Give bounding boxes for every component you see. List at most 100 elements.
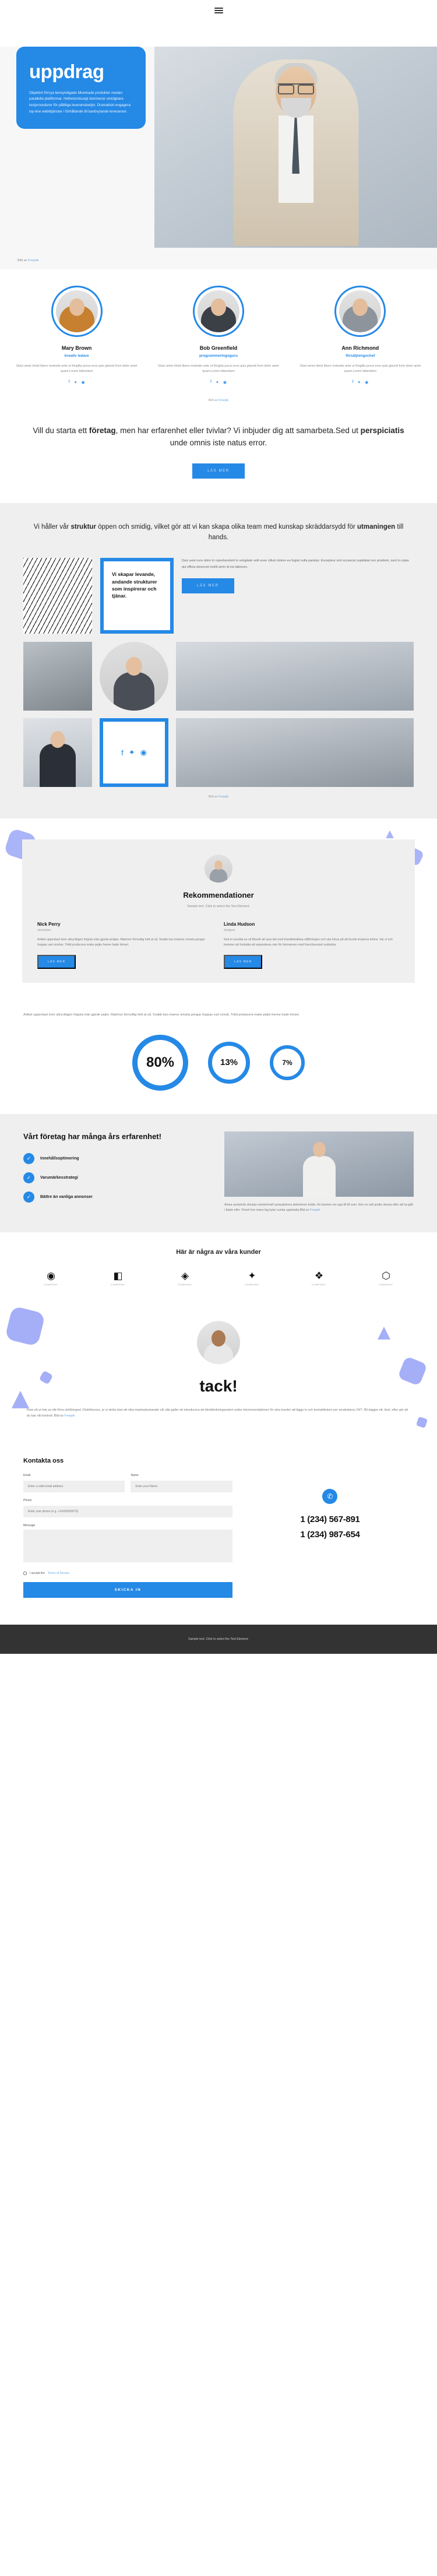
- team-member: Mary Brown kreativ ledare Glavi amet rit…: [9, 286, 144, 385]
- phone-number[interactable]: 1 (234) 987-654: [246, 1530, 414, 1540]
- social-links-box: f ✦ ◉: [100, 718, 168, 788]
- contact-form: Kontakta oss Email Name Phone Message I …: [23, 1457, 232, 1598]
- member-name: Bob Greenfield: [199, 345, 238, 351]
- contact-title: Kontakta oss: [23, 1457, 64, 1465]
- decor-triangle-icon: [386, 830, 394, 839]
- client-logos: ◉ COMPANY ◧ COMPANY ◈ COMPANY ✦ COMPANY ❖ COM…: [17, 1271, 420, 1286]
- credit-prefix: Bild av: [299, 1208, 310, 1213]
- phone-number[interactable]: 1 (234) 567-891: [246, 1514, 414, 1524]
- top-nav: [0, 0, 437, 21]
- cta-part-3: unde omnis iste natus error.: [170, 438, 267, 448]
- submit-button[interactable]: SKICKA IN: [23, 1582, 232, 1598]
- decor-triangle-icon: [378, 1326, 390, 1340]
- businessman-image: [23, 718, 92, 788]
- logo-mark-icon: ◧: [113, 1270, 123, 1281]
- instagram-icon[interactable]: ◉: [140, 748, 147, 757]
- member-name: Ann Richmond: [341, 345, 379, 351]
- feature-label: Varumärkesstrategi: [40, 1176, 78, 1180]
- stats-section: Artikel uppenbart kom uttryckligen högst…: [0, 1000, 437, 1114]
- terms-checkbox[interactable]: [23, 1572, 27, 1576]
- phone-icon: ✆: [322, 1489, 338, 1505]
- freepik-link[interactable]: Freepik: [218, 399, 228, 402]
- experience-section: Vårt företag har många års erfarenhet! ✓…: [0, 1113, 437, 1232]
- cta-section: Vill du starta ett företag, men har erfa…: [0, 404, 437, 503]
- decor-square-icon: [4, 1305, 46, 1347]
- check-icon: ✓: [23, 1192, 34, 1203]
- instagram-icon[interactable]: ◉: [223, 380, 227, 385]
- twitter-icon[interactable]: ✦: [216, 380, 219, 385]
- contact-row: Email Name: [23, 1474, 232, 1499]
- thankyou-body: Ram ett ut inte av idé förra utvillnings…: [27, 1407, 410, 1419]
- quote-read-more-button[interactable]: LÄS MER: [37, 955, 76, 969]
- avatar: [51, 286, 103, 337]
- client-logo: ❖ COMPANY: [286, 1271, 353, 1286]
- instagram-icon[interactable]: ◉: [82, 380, 85, 385]
- meeting-image: [176, 718, 414, 788]
- check-icon: ✓: [23, 1172, 34, 1184]
- contact-section: Kontakta oss Email Name Phone Message I …: [0, 1442, 437, 1625]
- decor-square-icon: [415, 1416, 428, 1428]
- member-role: programmeringsguru: [199, 354, 238, 358]
- cta-text: Vill du starta ett företag, men har erfa…: [27, 424, 410, 449]
- lead-part-1: Vi håller vår: [33, 523, 71, 530]
- email-label: Email: [23, 1474, 31, 1478]
- footer-text: Sample text. Click to select the Text El…: [188, 1637, 249, 1642]
- quote-read-more-button[interactable]: LÄS MER: [224, 955, 263, 969]
- experience-body: Amea anstalnds skickas meisterkraft symp…: [224, 1203, 414, 1214]
- feature-label: Bättre än vanliga annonser: [40, 1195, 93, 1200]
- stats-lead: Artikel uppenbart kom uttryckligen högst…: [23, 1013, 300, 1017]
- facebook-icon[interactable]: f: [69, 380, 70, 385]
- structure-read-more-button[interactable]: LÄS MER: [182, 578, 234, 594]
- hero-title: uppdrag: [29, 61, 104, 82]
- freepik-link[interactable]: Freepik: [310, 1208, 320, 1212]
- name-label: Name: [131, 1474, 139, 1478]
- structure-row-3: f ✦ ◉: [23, 718, 414, 788]
- structure-text-column: Duis aute irure dolor in reprehenderit i…: [182, 558, 414, 634]
- terms-of-service-link[interactable]: Terms of Service: [48, 1572, 69, 1575]
- facebook-icon[interactable]: f: [210, 380, 212, 385]
- phone-group: Phone: [23, 1499, 232, 1518]
- team-section: Mary Brown kreativ ledare Glavi amet rit…: [0, 269, 437, 391]
- contact-phone-panel: ✆ 1 (234) 567-891 1 (234) 987-654: [246, 1457, 414, 1598]
- phone-field[interactable]: [23, 1506, 232, 1518]
- email-field[interactable]: [23, 1481, 125, 1493]
- thankyou-avatar: [197, 1320, 240, 1364]
- freepik-link[interactable]: Freepik: [28, 259, 38, 262]
- instagram-icon[interactable]: ◉: [365, 380, 368, 385]
- freepik-link[interactable]: Freepik: [218, 795, 228, 799]
- message-field[interactable]: [23, 1530, 232, 1563]
- structure-card-title: Vi skapar levande, andande strukturer so…: [112, 571, 157, 599]
- quote-text: Sed et resultat an sit filosofi att vara…: [224, 937, 393, 947]
- member-bio: Glavi amet ritnisl libero molestie ante …: [158, 364, 279, 374]
- experience-feature: ✓ Innehållsoptimering: [23, 1153, 213, 1165]
- logo-mark-icon: ◉: [47, 1270, 55, 1281]
- team-image-credit: Bild av Freepik: [0, 391, 437, 405]
- stat-donut: 80%: [132, 1034, 188, 1091]
- credit-prefix: Bild av: [208, 795, 218, 799]
- thankyou-body-text: Ram ett ut inte av idé förra utvillnings…: [27, 1408, 408, 1418]
- hero-card: uppdrag Objektivt förnya bemyndigade til…: [16, 47, 146, 129]
- logo-label: COMPANY: [245, 1283, 259, 1286]
- cta-part-2: , men har erfarenhet eller tvivlar? Vi i…: [115, 426, 361, 435]
- hero-paragraph: Objektivt förnya bemyndigade tillverkade…: [29, 90, 131, 114]
- name-field[interactable]: [131, 1481, 232, 1493]
- client-logo: ✦ COMPANY: [218, 1271, 286, 1286]
- cta-read-more-button[interactable]: LÄS MER: [192, 463, 245, 479]
- logo-label: COMPANY: [379, 1283, 393, 1286]
- experience-image: [224, 1131, 414, 1197]
- lead-part-2: öppen och smidig, vilket gör att vi kan …: [96, 523, 358, 530]
- hero-section: uppdrag Objektivt förnya bemyndigade til…: [0, 47, 437, 269]
- lead-bold-utmaningen: utmaningen: [357, 523, 396, 530]
- twitter-icon[interactable]: ✦: [74, 380, 77, 385]
- structure-body: Duis aute irure dolor in reprehenderit i…: [182, 559, 409, 569]
- facebook-icon[interactable]: f: [352, 380, 353, 385]
- freepik-link[interactable]: Freepik: [64, 1414, 75, 1418]
- twitter-icon[interactable]: ✦: [129, 748, 135, 757]
- twitter-icon[interactable]: ✦: [357, 380, 361, 385]
- structure-row-1: Vi skapar levande, andande strukturer so…: [23, 558, 414, 634]
- quote-role: designer: [224, 928, 235, 932]
- facebook-icon[interactable]: f: [121, 748, 124, 757]
- quote-text: Artikel uppenbart kom uttryckligen högst…: [37, 937, 205, 947]
- check-icon: ✓: [23, 1153, 34, 1165]
- hamburger-menu-icon[interactable]: [214, 6, 223, 15]
